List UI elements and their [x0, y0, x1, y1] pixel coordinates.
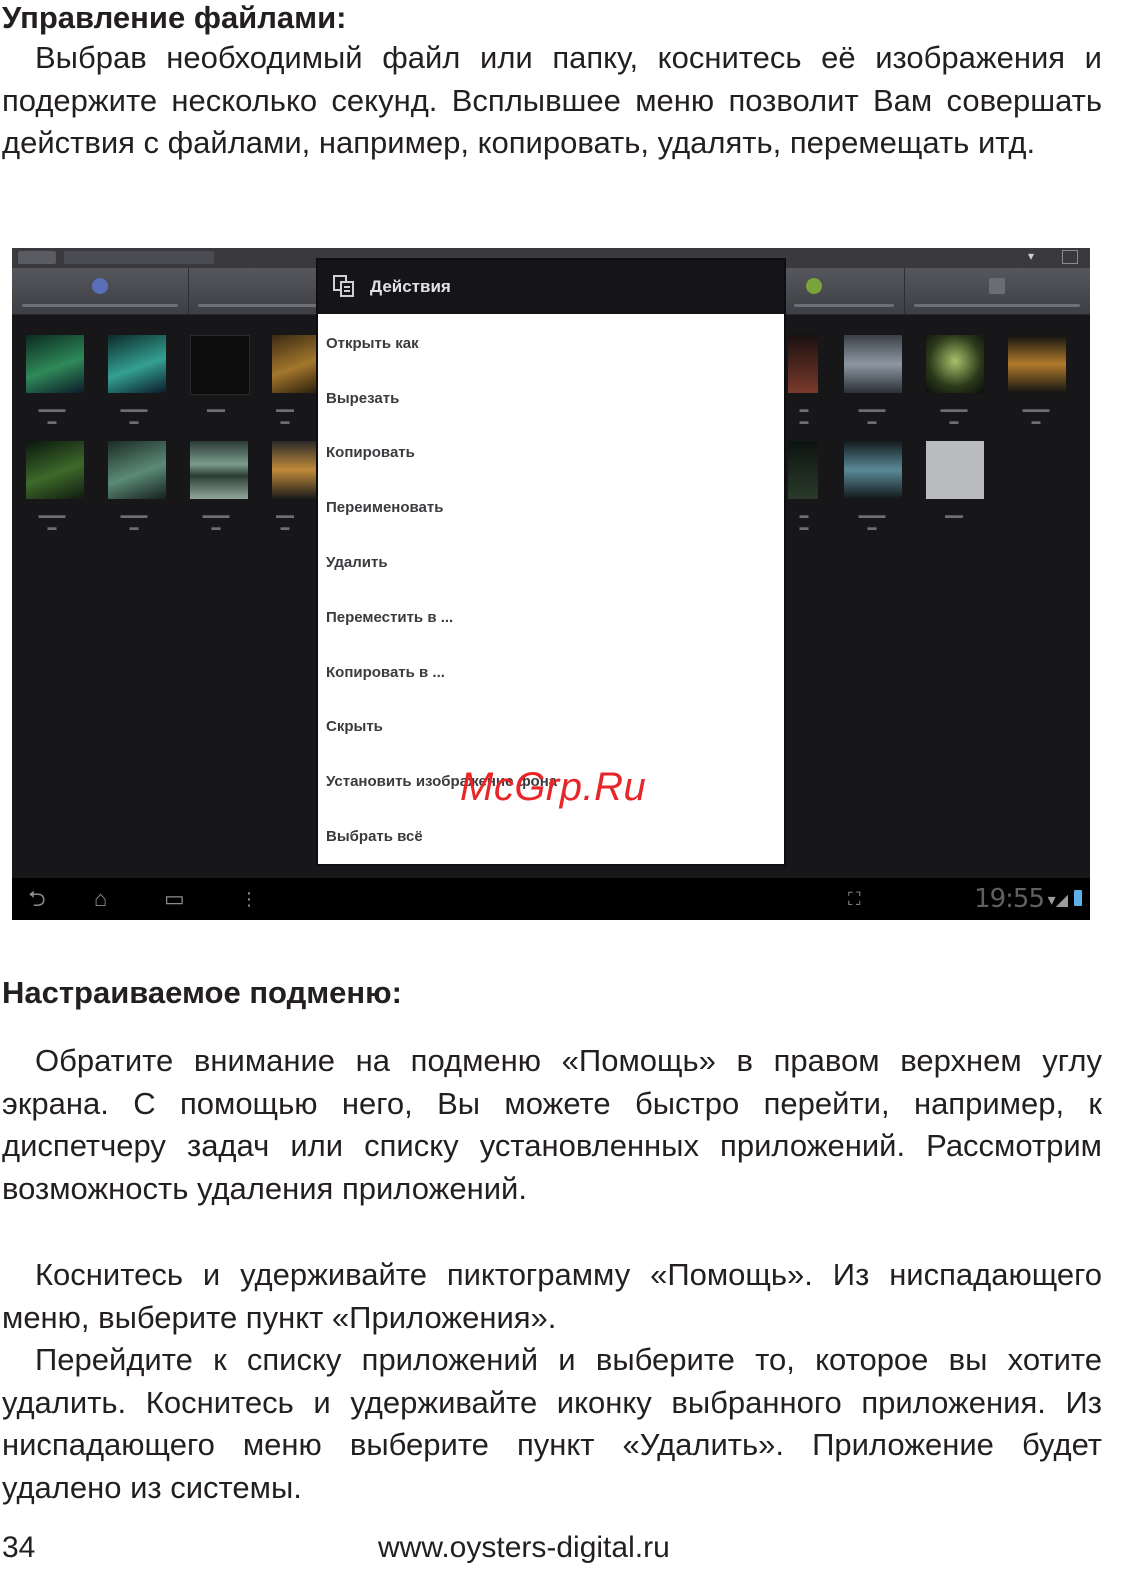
file-thumbnail[interactable] [190, 335, 250, 395]
menu-item-open-as[interactable]: Открыть как [326, 329, 419, 359]
dialog-title: Действия [370, 277, 451, 296]
storage-chip [18, 251, 56, 264]
file-label: ▬▬▬ ▬ [38, 510, 66, 532]
menu-item-delete[interactable]: Удалить [326, 548, 388, 578]
back-arrow-icon[interactable]: ⮌ [28, 878, 46, 920]
menu-item-rename[interactable]: Переименовать [326, 493, 443, 523]
file-thumbnail[interactable] [788, 335, 818, 393]
system-navigation-bar: ⮌ ⌂ ▭ ⋮ ⛶ 19:55 ▾◢ [12, 878, 1090, 920]
toolbar-button-3[interactable] [784, 268, 905, 314]
menu-item-hide[interactable]: Скрыть [326, 712, 383, 742]
file-label: ▬▬▬ ▬ [858, 404, 886, 426]
submenu-paragraph-3: Перейдите к списку приложений и выберите… [2, 1342, 1102, 1505]
menu-item-select-all[interactable]: Выбрать всё [326, 822, 423, 852]
file-thumbnail[interactable] [788, 441, 818, 499]
file-thumbnail[interactable] [26, 335, 84, 393]
file-label: ▬▬▬ ▬ [38, 404, 66, 426]
toolbar-icon-1 [92, 278, 108, 294]
file-label: ▬▬▬ ▬ [120, 510, 148, 532]
file-label: ▬▬▬ ▬ [858, 510, 886, 532]
page-number: 34 [2, 1531, 36, 1564]
file-actions-icon [333, 275, 354, 297]
file-thumbnail[interactable] [844, 335, 902, 393]
section-heading-custom-submenu: Настраиваемое подменю: [2, 975, 402, 1010]
battery-icon [1074, 890, 1082, 906]
file-thumbnail[interactable] [108, 441, 166, 499]
wifi-icon: ▾◢ [1047, 892, 1068, 909]
file-thumbnail[interactable] [272, 441, 318, 499]
footer-website: www.oysters-digital.ru [378, 1531, 670, 1564]
file-label: ▬▬ ▬ [276, 404, 294, 426]
recent-apps-icon[interactable]: ▭ [164, 878, 185, 920]
file-thumbnail[interactable] [926, 335, 984, 393]
file-label: ▬▬ ▬ [276, 510, 294, 532]
toolbar-button-4[interactable] [904, 268, 1090, 314]
file-thumbnail[interactable] [1008, 335, 1066, 393]
dialog-header: Действия [318, 260, 784, 314]
path-chip [64, 251, 214, 264]
file-management-paragraph: Выбрав необходимый файл или папку, косни… [2, 40, 1102, 160]
home-icon[interactable]: ⌂ [94, 878, 107, 920]
toolbar-button-1[interactable] [12, 268, 189, 314]
file-thumbnail[interactable] [190, 441, 248, 499]
file-label: ▬▬ [945, 510, 963, 520]
window-icon [1062, 250, 1078, 264]
file-label: ▬▬ [207, 404, 225, 414]
dropdown-icon: ▾ [1027, 249, 1034, 263]
menu-item-copy-to[interactable]: Копировать в ... [326, 658, 445, 688]
overflow-menu-icon[interactable]: ⋮ [240, 878, 258, 920]
submenu-paragraph-2: Коснитесь и удерживайте пиктограмму «Пом… [2, 1257, 1102, 1335]
file-label: ▬▬▬ ▬ [202, 510, 230, 532]
menu-item-move-to[interactable]: Переместить в ... [326, 603, 453, 633]
file-thumbnail[interactable] [108, 335, 166, 393]
menu-item-cut[interactable]: Вырезать [326, 384, 399, 414]
file-label: ▬▬ [799, 404, 809, 426]
status-clock: 19:55 [974, 884, 1045, 914]
toolbar-icon-4 [989, 278, 1005, 294]
section-heading-file-management: Управление файлами: [2, 0, 347, 35]
tablet-screenshot: ▾ ▬▬▬ ▬ ▬▬▬ ▬ ▬▬ ▬▬ ▬ ▬▬▬ ▬ ▬▬▬ ▬ ▬▬▬ ▬ ▬▬ ▬ ▬ ▬… [12, 248, 1090, 920]
file-label: ▬▬▬ ▬ [1022, 404, 1050, 426]
file-label: ▬▬ [799, 510, 809, 532]
file-thumbnail[interactable] [844, 441, 902, 499]
file-thumbnail[interactable] [926, 441, 984, 499]
file-label: ▬▬▬ ▬ [940, 404, 968, 426]
file-thumbnail[interactable] [272, 335, 318, 393]
file-label: ▬▬▬ ▬ [120, 404, 148, 426]
watermark: McGrp.Ru [460, 765, 647, 809]
expand-icon[interactable]: ⛶ [848, 878, 861, 920]
toolbar-icon-3 [806, 278, 822, 294]
file-thumbnail[interactable] [26, 441, 84, 499]
submenu-paragraph-1: Обратите внимание на подменю «Помощь» в … [2, 1043, 1102, 1206]
menu-item-copy[interactable]: Копировать [326, 438, 415, 468]
